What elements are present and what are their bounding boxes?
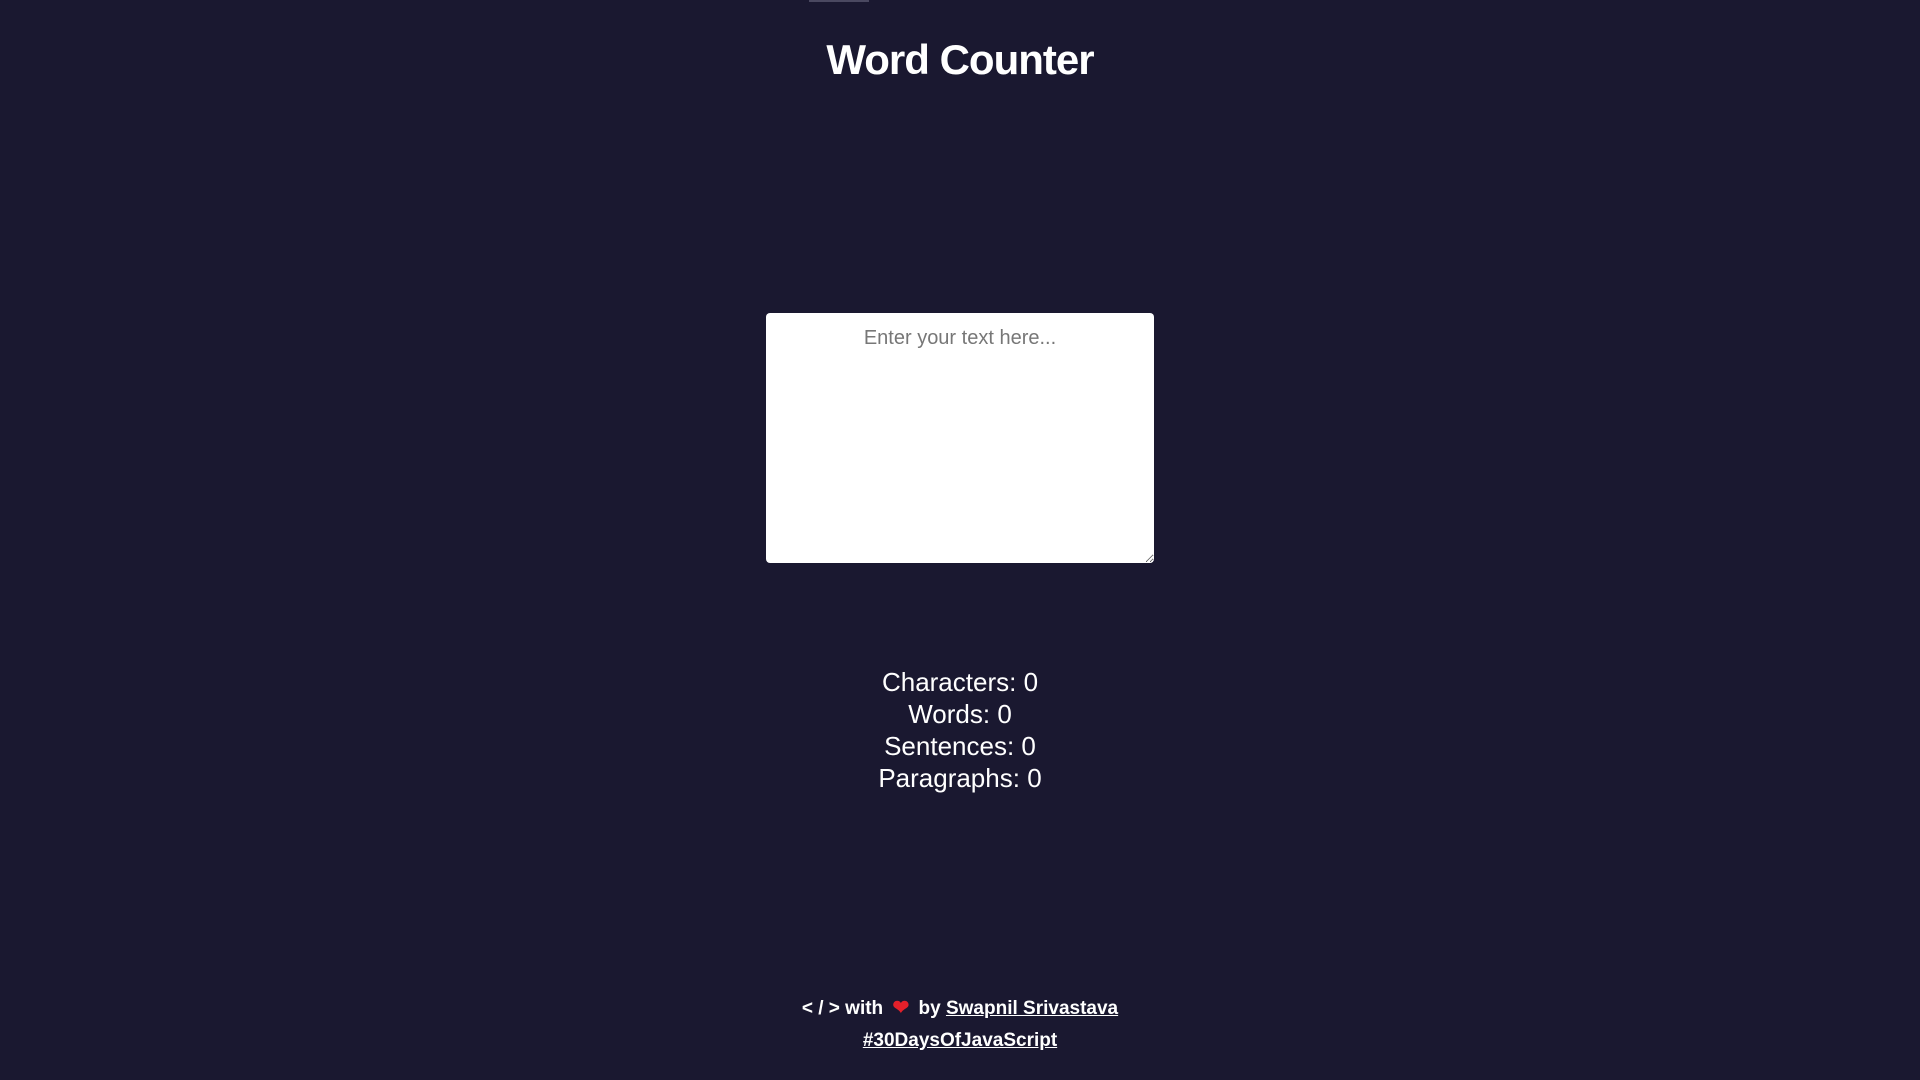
stats-panel: Characters: 0 Words: 0 Sentences: 0 Para…	[0, 666, 1920, 794]
paragraphs-label: Paragraphs:	[878, 763, 1020, 793]
page: Word Counter Characters: 0 Words: 0 Sent…	[0, 0, 1920, 1080]
words-stat: Words: 0	[0, 698, 1920, 730]
sentences-stat: Sentences: 0	[0, 730, 1920, 762]
text-input[interactable]	[766, 313, 1154, 563]
footer-credit-line: < / > with ❤ by Swapnil Srivastava	[0, 992, 1920, 1025]
top-indicator-bar	[809, 0, 869, 2]
heart-icon: ❤	[892, 997, 910, 1019]
footer: < / > with ❤ by Swapnil Srivastava #30Da…	[0, 992, 1920, 1057]
paragraphs-stat: Paragraphs: 0	[0, 762, 1920, 794]
words-count: 0	[997, 699, 1012, 729]
sentences-label: Sentences:	[884, 731, 1015, 761]
by-text: by	[918, 998, 941, 1019]
paragraphs-count: 0	[1027, 763, 1042, 793]
hashtag-link[interactable]: #30DaysOfJavaScript	[863, 1030, 1057, 1051]
words-label: Words:	[908, 699, 991, 729]
characters-count: 0	[1023, 667, 1039, 697]
code-symbol: < / >	[801, 998, 840, 1019]
characters-stat: Characters: 0	[0, 666, 1920, 698]
sentences-count: 0	[1021, 731, 1036, 761]
characters-label: Characters:	[881, 667, 1017, 697]
author-link[interactable]: Swapnil Srivastava	[946, 998, 1118, 1019]
footer-hashtag-line: #30DaysOfJavaScript	[0, 1025, 1920, 1057]
page-title: Word Counter	[826, 36, 1094, 83]
with-text: with	[845, 998, 884, 1019]
